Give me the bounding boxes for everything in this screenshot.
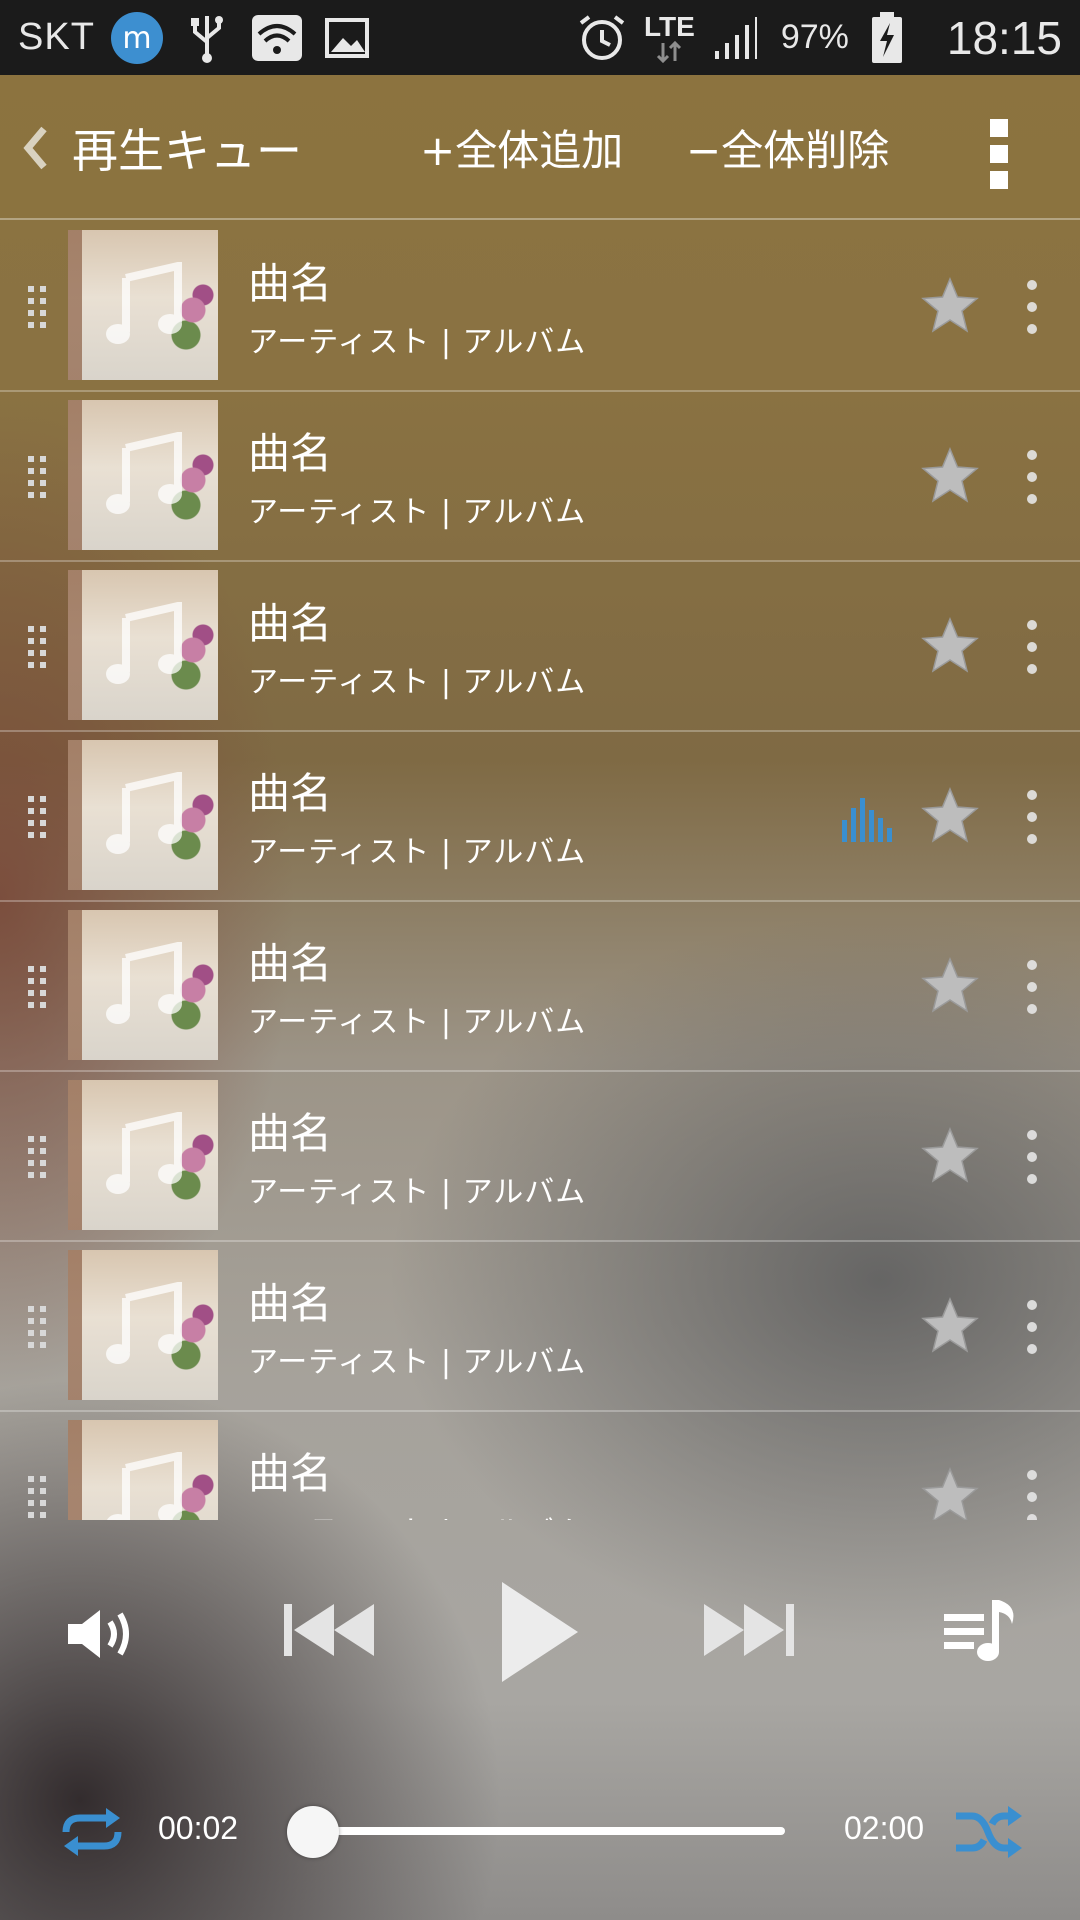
more-options-icon[interactable] [1020,450,1044,504]
more-options-icon[interactable] [1020,280,1044,334]
elapsed-time: 00:02 [158,1810,239,1846]
music-note-icon [104,1110,184,1198]
clock: 18:15 [946,11,1062,64]
drag-handle-icon[interactable] [26,456,50,500]
drag-handle-icon[interactable] [26,626,50,670]
back-chevron-icon[interactable] [20,123,50,173]
page-title: 再生キュー [72,124,302,178]
album-art [68,230,218,380]
battery-charging-icon [859,10,915,66]
repeat-icon[interactable] [58,1806,126,1858]
drag-handle-icon[interactable] [26,1136,50,1180]
drag-handle-icon[interactable] [26,966,50,1010]
song-title: 曲名 [248,259,333,308]
add-all-button[interactable]: +全体追加 [420,117,623,178]
network-label: LTE [644,10,695,42]
song-artist-album: アーティスト | アルバム [248,495,587,530]
star-icon[interactable] [920,1466,980,1520]
queue-row[interactable]: 曲名 アーティスト | アルバム [0,392,1080,562]
player-controls: 00:02 02:00 [0,1520,1080,1920]
queue-row-now-playing[interactable]: 曲名 アーティスト | アルバム [0,732,1080,902]
play-icon[interactable] [498,1578,582,1686]
album-art [68,1080,218,1230]
song-artist-album: アーティスト | アルバム [248,1175,587,1210]
more-options-icon[interactable] [1020,1470,1044,1520]
next-track-icon[interactable] [702,1600,796,1660]
queue-row[interactable]: 曲名 アーティスト | アルバム [0,562,1080,732]
music-note-icon [104,430,184,518]
overflow-menu-icon[interactable] [984,119,1014,189]
usb-icon [179,10,235,66]
queue-row[interactable]: 曲名 アーティスト | アルバム [0,1072,1080,1242]
song-title: 曲名 [248,1109,333,1158]
queue-row[interactable]: 曲名 アーティスト | アルバム [0,1412,1080,1520]
song-title: 曲名 [248,429,333,478]
carrier-label: SKT [18,16,95,58]
song-artist-album: アーティスト | アルバム [248,1345,587,1380]
song-artist-album: アーティスト | アルバム [248,665,587,700]
alarm-icon [574,10,630,66]
song-artist-album: アーティスト | アルバム [248,835,587,870]
playlist-queue-icon[interactable] [942,1596,1018,1666]
total-time: 02:00 [844,1810,925,1846]
more-options-icon[interactable] [1020,620,1044,674]
m-app-icon: m [109,10,165,66]
music-note-icon [104,260,184,348]
music-note-icon [104,1450,184,1520]
album-art [68,1420,218,1520]
shuffle-icon[interactable] [954,1804,1024,1860]
queue-row[interactable]: 曲名 アーティスト | アルバム [0,222,1080,392]
drag-handle-icon[interactable] [26,1476,50,1520]
svg-text:m: m [122,21,151,56]
album-art [68,1250,218,1400]
now-playing-equalizer-icon [842,796,892,842]
music-note-icon [104,600,184,688]
seek-bar[interactable] [305,1827,785,1835]
star-icon[interactable] [920,786,980,846]
seek-bar-thumb[interactable] [287,1806,340,1858]
music-note-icon [104,1280,184,1368]
image-icon [319,10,375,66]
signal-icon [707,10,763,66]
more-options-icon[interactable] [1020,960,1044,1014]
queue-row[interactable]: 曲名 アーティスト | アルバム [0,1242,1080,1412]
song-title: 曲名 [248,1279,333,1328]
previous-track-icon[interactable] [282,1600,376,1660]
star-icon[interactable] [920,1126,980,1186]
song-artist-album: アーティスト | アルバム [248,1005,587,1040]
song-artist-album: アーティスト | アルバム [248,325,587,360]
volume-icon[interactable] [64,1604,136,1664]
music-note-icon [104,770,184,858]
album-art [68,910,218,1060]
lte-indicator: LTE [644,10,695,63]
more-options-icon[interactable] [1020,790,1044,844]
drag-handle-icon[interactable] [26,796,50,840]
star-icon[interactable] [920,446,980,506]
music-note-icon [104,940,184,1028]
star-icon[interactable] [920,1296,980,1356]
app-header: 再生キュー +全体追加 −全体削除 [0,75,1080,220]
album-art [68,570,218,720]
album-art [68,740,218,890]
queue-row[interactable]: 曲名 アーティスト | アルバム [0,902,1080,1072]
song-title: 曲名 [248,1449,333,1498]
song-artist-album: アーティスト | アルバム [248,1507,586,1520]
queue-list: 曲名 アーティスト | アルバム 曲名 アーティスト | アルバム 曲名 アーテ… [0,222,1080,1520]
star-icon[interactable] [920,616,980,676]
drag-handle-icon[interactable] [26,286,50,330]
lte-arrows-icon [657,40,682,63]
album-art [68,400,218,550]
remove-all-button[interactable]: −全体削除 [686,117,889,178]
more-options-icon[interactable] [1020,1300,1044,1354]
star-icon[interactable] [920,276,980,336]
status-bar: SKT m LTE 97% 18:15 [0,0,1080,75]
wifi-icon [249,10,305,66]
song-title: 曲名 [248,939,333,988]
battery-percent: 97% [780,18,849,56]
star-icon[interactable] [920,956,980,1016]
song-title: 曲名 [248,769,333,818]
song-title: 曲名 [248,599,333,648]
more-options-icon[interactable] [1020,1130,1044,1184]
drag-handle-icon[interactable] [26,1306,50,1350]
